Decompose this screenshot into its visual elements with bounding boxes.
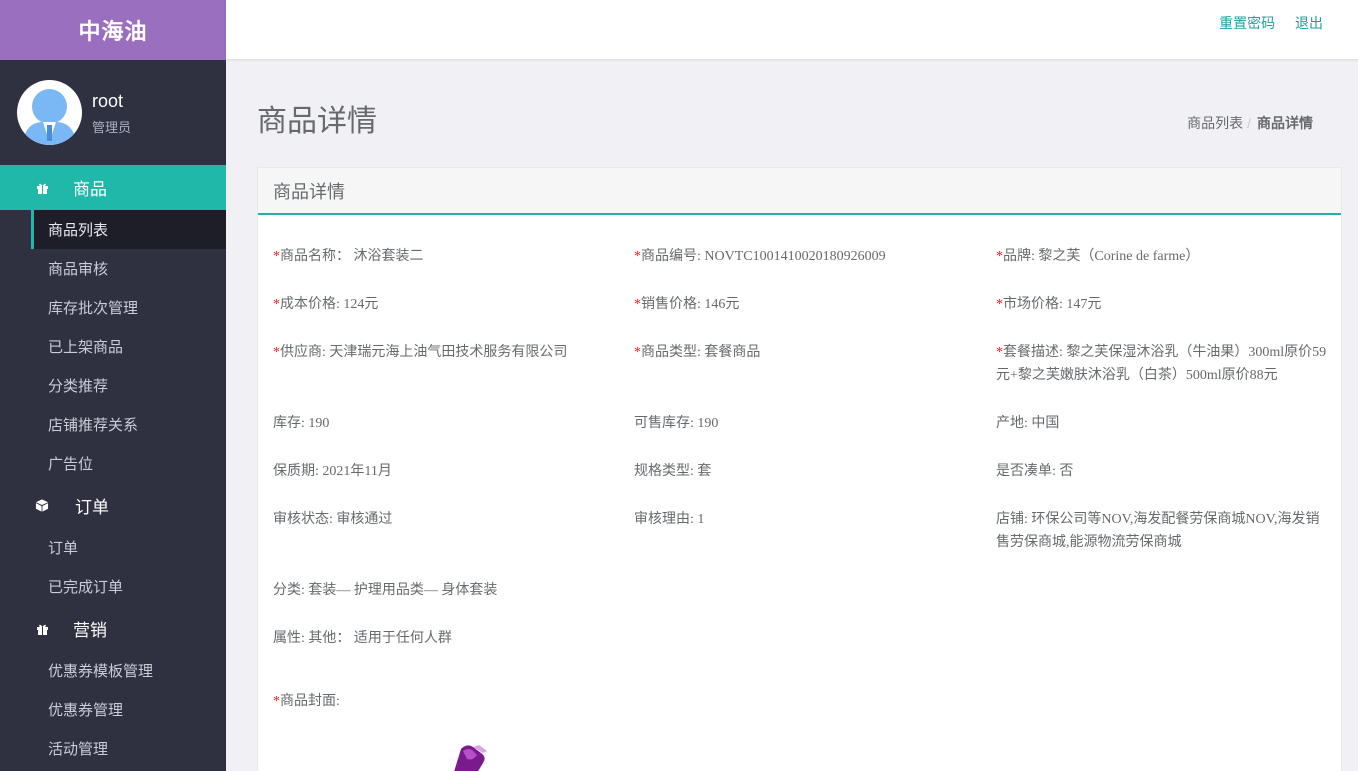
nav-group-orders-label: 订单: [75, 498, 109, 517]
field-audit-reason: 审核理由: 1: [634, 512, 705, 527]
brand-logo: 中海油: [0, 0, 226, 60]
field-supplier: *供应商: 天津瑞元海上油气田技术服务有限公司: [273, 345, 568, 360]
field-sellable-stock: 可售库存: 190: [634, 416, 719, 431]
breadcrumb-goods-list[interactable]: 商品列表: [1187, 115, 1243, 131]
field-shops: 店铺: 环保公司等NOV,海发配餐劳保商城NOV,海发销售劳保商城,能源物流劳保…: [996, 512, 1320, 550]
field-package-desc: *套餐描述: 黎之芙保湿沐浴乳（牛油果）300ml原价59元+黎之芙嫩肤沐浴乳（…: [996, 345, 1327, 383]
nav-item-stock-batch[interactable]: 库存批次管理: [0, 288, 226, 327]
nav-item-ad-slot[interactable]: 广告位: [0, 444, 226, 483]
field-category: 分类: 套装— 护理用品类— 身体套装: [273, 583, 498, 598]
product-cover-image[interactable]: [443, 743, 503, 771]
field-stock: 库存: 190: [273, 416, 330, 431]
breadcrumb-separator: /: [1247, 115, 1251, 131]
nav-item-category-recommend[interactable]: 分类推荐: [0, 366, 226, 405]
field-goods-type: *商品类型: 套餐商品: [634, 345, 761, 360]
sidebar: 中海油 root 管理员 商品 商品列表 商品审核 库存批次管理 已上架商品 分…: [0, 0, 226, 771]
field-name: *商品名称： 沐浴套装二: [273, 249, 424, 264]
nav-item-goods-audit[interactable]: 商品审核: [0, 249, 226, 288]
top-bar: 重置密码 退出: [226, 0, 1358, 60]
field-filler-order: 是否凑单: 否: [996, 464, 1074, 479]
page-title: 商品详情: [257, 105, 377, 138]
field-origin: 产地: 中国: [996, 416, 1060, 431]
gift-icon: [35, 181, 49, 195]
field-cover: *商品封面:: [273, 694, 340, 709]
user-name: root: [92, 91, 124, 111]
gift-icon: [35, 622, 49, 636]
field-market-price: *市场价格: 147元: [996, 297, 1102, 312]
field-shelf-life: 保质期: 2021年11月: [273, 464, 392, 479]
field-code: *商品编号: NOVTC1001410020180926009: [634, 249, 886, 264]
breadcrumb: 商品列表 / 商品详情: [1187, 113, 1313, 133]
user-role: 管理员: [92, 120, 132, 135]
nav-group-goods-label: 商品: [73, 180, 107, 199]
logout-link[interactable]: 退出: [1295, 15, 1323, 31]
field-attribute: 属性: 其他： 适用于任何人群: [273, 631, 452, 646]
nav-group-marketing-label: 营销: [73, 621, 107, 640]
avatar[interactable]: [17, 80, 82, 145]
card-title: 商品详情: [258, 168, 1341, 215]
detail-card: 商品详情 *商品名称： 沐浴套装二 *商品编号: NOVTC1001410020…: [257, 167, 1342, 771]
field-audit-status: 审核状态: 审核通过: [273, 512, 393, 527]
cube-icon: [35, 499, 49, 513]
field-sale-price: *销售价格: 146元: [634, 297, 740, 312]
field-spec-type: 规格类型: 套: [634, 464, 712, 479]
nav-item-coupon-template[interactable]: 优惠券模板管理: [0, 651, 226, 690]
nav-group-goods[interactable]: 商品: [0, 165, 226, 210]
nav-group-marketing[interactable]: 营销: [0, 606, 226, 651]
field-cost-price: *成本价格: 124元: [273, 297, 379, 312]
nav-item-activity-manage[interactable]: 活动管理: [0, 729, 226, 768]
breadcrumb-current: 商品详情: [1257, 115, 1313, 131]
field-brand: *品牌: 黎之芙（Corine de farme）: [996, 249, 1200, 264]
user-profile: root 管理员: [0, 60, 226, 165]
nav-item-completed-orders[interactable]: 已完成订单: [0, 567, 226, 606]
nav-item-orders[interactable]: 订单: [0, 528, 226, 567]
nav-item-coupon-manage[interactable]: 优惠券管理: [0, 690, 226, 729]
nav-item-listed-goods[interactable]: 已上架商品: [0, 327, 226, 366]
reset-password-link[interactable]: 重置密码: [1219, 15, 1275, 31]
nav-item-shop-recommend[interactable]: 店铺推荐关系: [0, 405, 226, 444]
nav-item-goods-list[interactable]: 商品列表: [31, 210, 226, 249]
nav-group-orders[interactable]: 订单: [0, 483, 226, 528]
